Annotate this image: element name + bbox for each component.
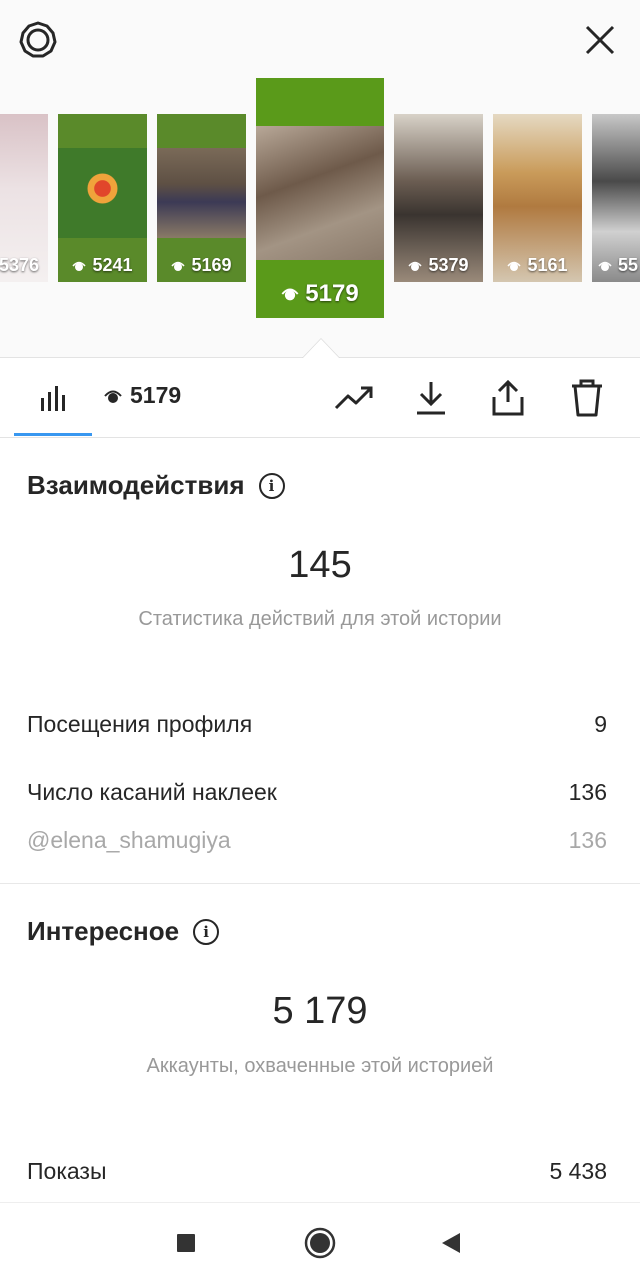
story-thumbnail[interactable]: 55 <box>592 114 640 282</box>
info-icon[interactable]: i <box>193 918 220 945</box>
system-navigation-bar <box>0 1202 640 1280</box>
stat-label[interactable]: @elena_shamugiya <box>27 827 231 854</box>
circle-icon <box>304 1227 336 1259</box>
recents-button[interactable] <box>166 1223 206 1263</box>
story-views: 5179 <box>305 280 359 307</box>
square-icon <box>177 1234 195 1252</box>
story-strip: 5376 5241 5169 5179 5379 5161 55 <box>0 0 640 358</box>
tab-viewers[interactable]: 5179 <box>104 382 181 409</box>
story-thumbnail-selected[interactable]: 5179 <box>256 78 384 318</box>
interactions-total: 145 <box>288 544 352 586</box>
delete-button[interactable] <box>563 374 611 422</box>
close-button[interactable] <box>576 16 624 64</box>
interactions-title: Взаимодействия <box>27 470 245 500</box>
eye-icon <box>507 261 522 271</box>
eye-icon <box>598 261 612 271</box>
info-icon[interactable]: i <box>258 472 285 499</box>
stat-label: Показы <box>27 1158 107 1184</box>
stat-subrow: @elena_shamugiya 136 <box>27 827 607 854</box>
promote-button[interactable] <box>330 374 378 422</box>
eye-icon <box>408 261 423 271</box>
stat-row: Число касаний наклеек 136 <box>27 779 607 806</box>
insights-toolbar: 5179 <box>0 358 640 438</box>
gear-icon <box>19 21 57 58</box>
eye-icon <box>104 390 122 403</box>
download-button[interactable] <box>407 374 455 422</box>
story-thumbnail[interactable]: 5169 <box>157 114 246 282</box>
stat-label: Посещения профиля <box>27 711 253 737</box>
story-views: 5379 <box>428 255 469 275</box>
discovery-section-title: Интересное i <box>27 916 220 947</box>
story-thumbnail[interactable]: 5376 <box>0 114 48 282</box>
discovery-title: Интересное <box>27 916 180 946</box>
home-button[interactable] <box>300 1223 340 1263</box>
viewers-count: 5179 <box>130 382 182 408</box>
eye-icon <box>72 261 87 271</box>
download-icon <box>417 382 445 415</box>
story-thumbnail[interactable]: 5161 <box>493 114 582 282</box>
bar-chart-icon <box>41 386 65 411</box>
stat-row: Посещения профиля 9 <box>27 711 607 738</box>
trash-icon <box>572 379 602 417</box>
stat-value: 5 438 <box>549 1158 607 1184</box>
interactions-caption: Статистика действий для этой истории <box>138 608 502 630</box>
story-views: 5161 <box>527 255 568 275</box>
share-button[interactable] <box>484 374 532 422</box>
share-icon <box>492 380 524 416</box>
selection-pointer <box>302 339 340 359</box>
stat-value: 136 <box>568 779 607 805</box>
trending-icon <box>334 386 373 410</box>
back-triangle-icon <box>442 1233 460 1253</box>
discovery-caption: Аккаунты, охваченные этой историей <box>146 1055 494 1077</box>
eye-icon <box>171 261 186 271</box>
settings-button[interactable] <box>14 16 62 64</box>
stat-value: 136 <box>568 827 607 853</box>
stat-value: 9 <box>594 711 607 737</box>
back-button[interactable] <box>431 1223 471 1263</box>
section-divider <box>0 883 640 884</box>
interactions-section-title: Взаимодействия i <box>27 470 285 501</box>
story-thumbnail[interactable]: 5379 <box>394 114 483 282</box>
stat-label: Число касаний наклеек <box>27 779 277 805</box>
active-tab-indicator <box>14 433 92 436</box>
close-icon <box>585 25 615 55</box>
story-views: 5241 <box>92 255 133 275</box>
eye-icon <box>281 288 299 301</box>
tab-insights[interactable] <box>14 358 92 438</box>
story-thumbnail[interactable]: 5241 <box>58 114 147 282</box>
story-views: 5169 <box>191 255 232 275</box>
story-views: 55 <box>618 255 639 275</box>
stat-row: Показы 5 438 <box>27 1158 607 1185</box>
discovery-total: 5 179 <box>272 990 368 1032</box>
story-views: 5376 <box>0 255 40 275</box>
